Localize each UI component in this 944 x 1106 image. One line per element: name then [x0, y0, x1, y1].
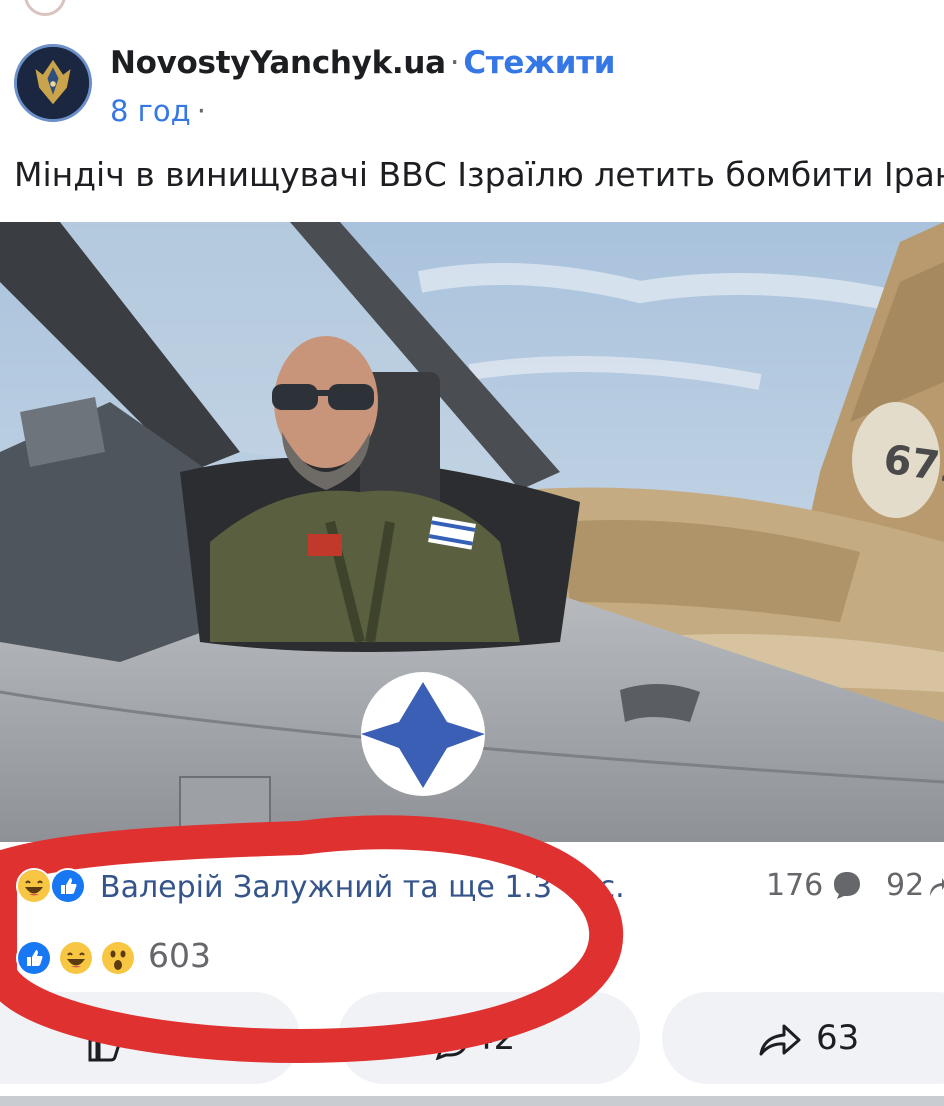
share-count: 63 — [816, 1018, 860, 1058]
comment-outline-icon — [432, 1025, 468, 1060]
reactors-names[interactable]: Валерій Залужний та ще 1.3 тис. — [100, 870, 625, 905]
post-timestamp[interactable]: 8 год — [110, 94, 191, 128]
like-button[interactable] — [0, 992, 300, 1084]
reactions-summary[interactable]: Валерій Залужний та ще 1.3 тис. 176 92 — [0, 858, 944, 914]
comment-count: 42 — [472, 1018, 516, 1058]
page-name[interactable]: NovostyYanchyk.ua — [110, 45, 446, 81]
time-separator: · — [196, 94, 206, 128]
post-caption: Міндіч в винищувачі ВВС Ізраїлю летить б… — [14, 155, 944, 194]
comments-count[interactable]: 176 — [766, 868, 823, 903]
wow-emoji-icon — [100, 940, 136, 976]
like-emoji-icon — [16, 940, 52, 976]
previous-avatar-edge — [24, 0, 66, 16]
haha-emoji-icon — [58, 940, 94, 976]
shares-count[interactable]: 92 — [886, 868, 924, 903]
post-action-bar: 42 63 — [0, 992, 944, 1086]
share-mini-icon — [926, 874, 944, 900]
share-button[interactable]: 63 — [662, 992, 944, 1084]
post-photo[interactable]: 671 — [0, 222, 944, 842]
share-arrow-icon — [759, 1024, 801, 1056]
feed-divider — [0, 1096, 944, 1106]
page-name-line: NovostyYanchyk.ua · Стежити — [110, 45, 616, 81]
reactions-breakdown[interactable]: 603 — [0, 934, 944, 982]
haha-emoji-icon — [16, 868, 52, 904]
reactions-total[interactable]: 603 — [148, 936, 211, 975]
name-separator: · — [449, 45, 460, 81]
like-outline-icon — [88, 1024, 122, 1062]
post-time-line: 8 год · — [110, 94, 206, 128]
page-avatar[interactable] — [14, 44, 92, 122]
post-header: NovostyYanchyk.ua · Стежити 8 год · — [14, 40, 914, 128]
follow-button[interactable]: Стежити — [463, 45, 615, 81]
comment-button[interactable]: 42 — [338, 992, 640, 1084]
comment-bubble-icon — [832, 870, 862, 900]
like-emoji-icon — [50, 868, 86, 904]
